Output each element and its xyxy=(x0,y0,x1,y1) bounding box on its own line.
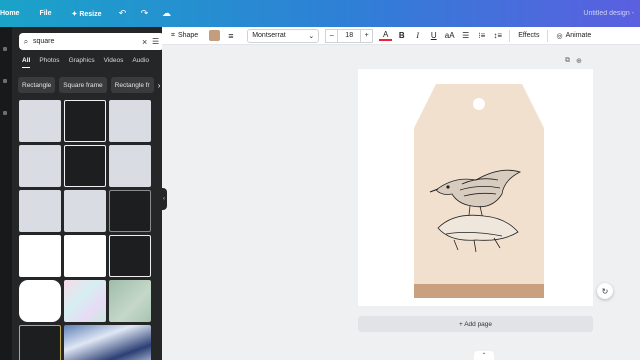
home-button[interactable]: Home xyxy=(0,10,29,17)
result-tile[interactable] xyxy=(109,235,151,277)
filter-icon[interactable]: ☰ xyxy=(152,37,162,46)
document-title[interactable]: Untitled design - xyxy=(583,10,634,17)
cloud-icon[interactable]: ☁ xyxy=(160,7,174,21)
result-tile[interactable] xyxy=(64,190,106,232)
shape-icon: ⌗ xyxy=(171,31,175,39)
fill-color-swatch[interactable] xyxy=(209,30,221,41)
effects-button[interactable]: Effects xyxy=(515,29,542,43)
editor-toolbar: ⌗ Shape ≡ Montserrat ⌄ – 18 + A B I U aA… xyxy=(162,27,640,45)
file-menu[interactable]: File xyxy=(29,10,61,17)
chevron-down-icon: ⌄ xyxy=(308,32,315,40)
tab-audio[interactable]: Audio xyxy=(132,57,149,68)
rail-icon[interactable] xyxy=(3,79,7,83)
refresh-icon[interactable]: ↻ xyxy=(597,283,613,299)
tab-videos[interactable]: Videos xyxy=(104,57,124,68)
tab-photos[interactable]: Photos xyxy=(39,57,59,68)
bold-button[interactable]: B xyxy=(395,31,408,40)
font-size-value[interactable]: 18 xyxy=(338,28,361,43)
result-tile[interactable] xyxy=(64,280,106,322)
result-photo-tile[interactable] xyxy=(64,325,151,360)
toolbar-divider xyxy=(547,29,549,42)
clear-search-icon[interactable]: × xyxy=(142,37,152,47)
top-bar: Home File ✦ Resize ↶ ↷ ☁ Untitled design… xyxy=(0,0,640,27)
result-tile[interactable] xyxy=(64,100,106,142)
list-icon[interactable]: ⁝≡ xyxy=(475,31,488,40)
redo-icon[interactable]: ↷ xyxy=(138,7,152,21)
add-page-icon[interactable]: ⊕ xyxy=(576,57,582,65)
rail-icon[interactable] xyxy=(3,47,7,51)
duplicate-page-icon[interactable]: ⧉ xyxy=(565,57,570,65)
result-tile[interactable] xyxy=(64,235,106,277)
category-tabs: All Photos Graphics Videos Audio xyxy=(22,57,149,68)
font-family-select[interactable]: Montserrat ⌄ xyxy=(247,28,320,43)
page-tools: ⧉ ⊕ xyxy=(565,57,582,65)
result-tile[interactable] xyxy=(109,100,151,142)
result-tile[interactable] xyxy=(19,190,61,232)
font-family-value: Montserrat xyxy=(252,32,286,39)
chevron-up-icon[interactable]: ⌃ xyxy=(474,351,494,360)
italic-button[interactable]: I xyxy=(411,31,424,40)
toolbar-divider xyxy=(509,29,511,42)
shape-button[interactable]: ⌗ Shape xyxy=(168,29,201,43)
rail-icon[interactable] xyxy=(3,111,7,115)
border-style-icon[interactable]: ≡ xyxy=(228,31,239,41)
elements-panel: ⌕ square × ☰ All Photos Graphics Videos … xyxy=(12,27,162,360)
spacing-icon[interactable]: ↕≡ xyxy=(491,31,504,40)
tag-band xyxy=(414,284,544,298)
align-center-icon[interactable]: ☰ xyxy=(459,31,472,40)
search-input[interactable]: ⌕ square × ☰ xyxy=(19,33,162,50)
results-grid xyxy=(19,100,159,360)
result-tile[interactable] xyxy=(109,190,151,232)
undo-icon[interactable]: ↶ xyxy=(116,7,130,21)
letter-case-button[interactable]: aA xyxy=(443,31,456,40)
tag-hole xyxy=(473,98,485,110)
font-size-stepper: – 18 + xyxy=(325,28,374,43)
text-color-icon[interactable]: A xyxy=(379,30,393,41)
result-tile[interactable] xyxy=(19,280,61,322)
resize-button[interactable]: ✦ Resize xyxy=(62,10,112,18)
chip-square-frame[interactable]: Square frame xyxy=(59,77,107,93)
result-tile[interactable] xyxy=(109,280,151,322)
result-tile[interactable] xyxy=(64,145,106,187)
chip-rectangle-frame[interactable]: Rectangle fr xyxy=(110,77,154,93)
decrease-size-button[interactable]: – xyxy=(325,28,339,43)
tab-all[interactable]: All xyxy=(22,57,31,68)
chevron-right-icon[interactable]: › xyxy=(158,77,162,93)
left-rail xyxy=(0,27,12,360)
result-tile[interactable] xyxy=(109,145,151,187)
search-icon: ⌕ xyxy=(23,36,29,46)
gift-tag-shape[interactable] xyxy=(414,84,544,298)
increase-size-button[interactable]: + xyxy=(360,28,374,43)
animate-icon: ◎ xyxy=(556,32,563,40)
animate-button[interactable]: ◎ Animate xyxy=(553,29,594,43)
suggestion-chips: Rectangle Square frame Rectangle fr › xyxy=(18,77,162,93)
tab-graphics[interactable]: Graphics xyxy=(69,57,95,68)
result-tile[interactable] xyxy=(19,145,61,187)
chip-rectangle[interactable]: Rectangle xyxy=(18,77,56,93)
search-value[interactable]: square xyxy=(33,38,142,45)
result-tile[interactable] xyxy=(19,235,61,277)
animate-label: Animate xyxy=(565,32,592,39)
underline-button[interactable]: U xyxy=(427,31,440,40)
add-page-button[interactable]: + Add page xyxy=(358,316,593,332)
shape-label: Shape xyxy=(177,32,199,39)
result-tile[interactable] xyxy=(19,325,61,360)
design-page[interactable] xyxy=(358,69,593,306)
collapse-panel-handle[interactable]: ‹ xyxy=(161,188,167,210)
result-tile[interactable] xyxy=(19,100,61,142)
